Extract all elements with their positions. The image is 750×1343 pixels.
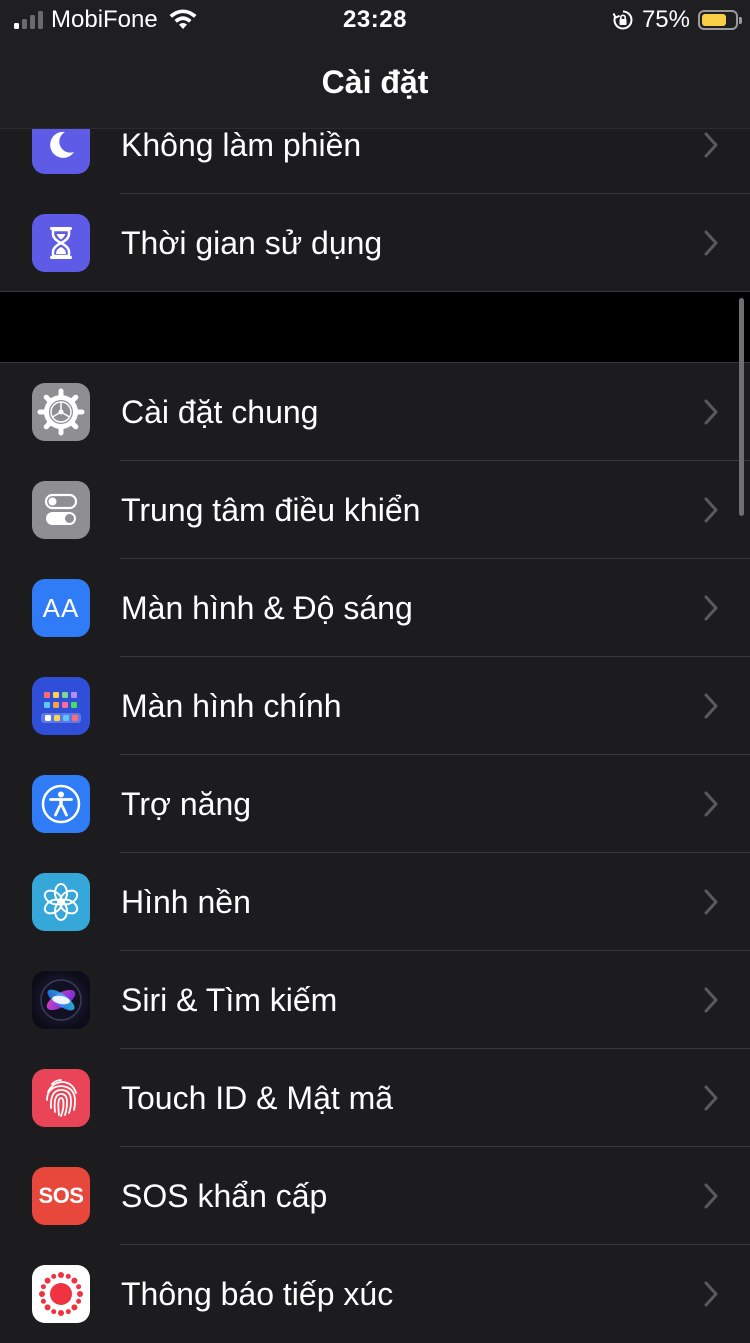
row-label: Hình nền <box>121 884 251 920</box>
chevron-right-icon <box>704 1085 718 1111</box>
settings-row-home-screen[interactable]: Màn hình chính <box>0 657 750 755</box>
settings-group-general: Cài đặt chung Trung tâm điều khiển AA Mà… <box>0 363 750 1343</box>
page-title: Cài đặt <box>321 64 429 100</box>
chevron-right-icon <box>704 1281 718 1307</box>
chevron-right-icon <box>704 132 718 158</box>
exposure-icon <box>32 1265 90 1323</box>
orientation-lock-icon <box>612 10 633 30</box>
chevron-right-icon <box>704 399 718 425</box>
row-label: Trung tâm điều khiển <box>121 492 421 528</box>
row-label: Màn hình chính <box>121 688 342 724</box>
accessibility-icon <box>32 775 90 833</box>
row-label: Touch ID & Mật mã <box>121 1080 394 1116</box>
chevron-right-icon <box>704 230 718 256</box>
row-label: SOS khẩn cấp <box>121 1178 328 1214</box>
chevron-right-icon <box>704 497 718 523</box>
status-right: 75% <box>612 6 742 34</box>
settings-row-control-center[interactable]: Trung tâm điều khiển <box>0 461 750 559</box>
battery-icon <box>698 10 742 30</box>
chevron-right-icon <box>704 791 718 817</box>
gear-icon <box>32 383 90 441</box>
row-label: Siri & Tìm kiếm <box>121 982 338 1018</box>
row-label: Cài đặt chung <box>121 394 319 430</box>
settings-row-screen-time[interactable]: Thời gian sử dụng <box>0 194 750 292</box>
sos-icon: SOS <box>32 1167 90 1225</box>
chevron-right-icon <box>704 987 718 1013</box>
toggles-icon <box>32 481 90 539</box>
home-screen-icon <box>32 677 90 735</box>
group-separator <box>0 291 750 292</box>
siri-icon <box>32 971 90 1029</box>
flower-icon <box>32 873 90 931</box>
scroll-indicator[interactable] <box>739 298 744 516</box>
battery-percent: 75% <box>641 6 690 33</box>
chevron-right-icon <box>704 693 718 719</box>
row-label: Trợ năng <box>121 786 252 822</box>
top-bar: MobiFone 23:28 75% Cài đặt <box>0 0 750 129</box>
settings-row-display-brightness[interactable]: AA Màn hình & Độ sáng <box>0 559 750 657</box>
settings-row-exposure-notifications[interactable]: Thông báo tiếp xúc <box>0 1245 750 1343</box>
row-label: Màn hình & Độ sáng <box>121 590 413 626</box>
settings-row-general[interactable]: Cài đặt chung <box>0 363 750 461</box>
settings-row-wallpaper[interactable]: Hình nền <box>0 853 750 951</box>
settings-row-siri-search[interactable]: Siri & Tìm kiếm <box>0 951 750 1049</box>
row-label: Thời gian sử dụng <box>121 225 383 261</box>
row-label: Thông báo tiếp xúc <box>121 1276 394 1312</box>
chevron-right-icon <box>704 595 718 621</box>
settings-row-touch-id-passcode[interactable]: Touch ID & Mật mã <box>0 1049 750 1147</box>
chevron-right-icon <box>704 1183 718 1209</box>
chevron-right-icon <box>704 889 718 915</box>
text-size-icon: AA <box>32 579 90 637</box>
status-bar: MobiFone 23:28 75% <box>0 0 750 40</box>
fingerprint-icon <box>32 1069 90 1127</box>
settings-row-emergency-sos[interactable]: SOS SOS khẩn cấp <box>0 1147 750 1245</box>
settings-row-accessibility[interactable]: Trợ năng <box>0 755 750 853</box>
hourglass-icon <box>32 214 90 272</box>
